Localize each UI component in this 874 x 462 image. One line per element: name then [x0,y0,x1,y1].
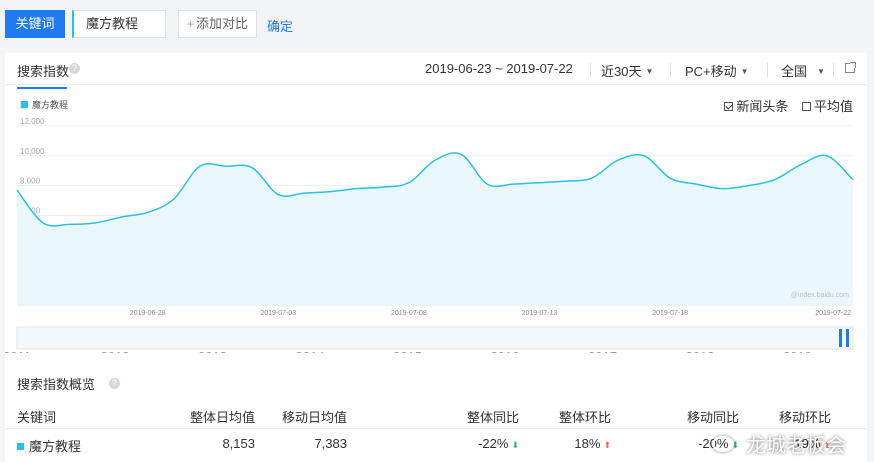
timeline-year-label: 2019 [783,349,812,353]
y-tick-label: 10,000 [20,147,45,156]
header-mobile-mom: 移动环比 [778,410,831,425]
row-keyword-text: 魔方教程 [29,439,82,454]
arrow-up-icon: ⬆ [603,440,611,450]
x-tick-label: 2019-07-22 [815,310,851,317]
row-mobile-daily: 7,383 [314,436,347,451]
x-tick-label: 2019-07-13 [522,310,558,317]
timeline-year-label: 2018 [686,349,715,353]
x-tick-label: 2019-06-28 [130,310,166,317]
header-mobile-daily: 移动日均值 [281,410,347,425]
header-mobile-yoy: 移动同比 [686,410,739,425]
header-keyword: 关键词 [17,410,57,425]
row-overall-daily: 8,153 [222,436,255,451]
timeline-year-label: 2013 [198,349,227,353]
row-overall-yoy-value: -22% [478,436,509,451]
chart-watermark: @index.baidu.com [791,292,849,299]
timeline-year-label: 2012 [101,349,130,353]
help-icon[interactable]: ? [109,378,120,389]
timeline-year-label: 2011 [5,349,31,353]
add-compare-button[interactable]: + 添加对比 [178,10,257,38]
header-overall-daily: 整体日均值 [189,410,255,425]
x-tick-label: 2019-07-03 [260,310,296,317]
y-tick-label: 12,000 [20,117,45,126]
wechat-icon [712,436,734,452]
series-area [17,152,853,305]
timeline-year-label: 2017 [588,349,617,353]
plus-icon: + [186,17,194,31]
overlay-watermark: 龙城老板会 [746,435,846,457]
arrow-down-icon: ⬇ [511,440,519,450]
timeline-year-label: 2014 [296,349,325,353]
row-overall-yoy: -22% ⬇ [478,436,519,451]
row-overall-mom-value: 18% [574,436,601,451]
keyword-input[interactable]: 魔方教程 [72,10,166,38]
keyword-tab-button[interactable]: 关键词 [5,10,65,38]
y-tick-label: 8,000 [20,177,41,186]
header-overall-mom: 整体环比 [558,410,611,425]
add-compare-label: 添加对比 [196,16,249,31]
timeline-handle-right [846,329,849,347]
timeline-handle-left [839,329,842,347]
overview-header-row: 关键词 整体日均值 移动日均值 整体同比 整体环比 移动同比 移动环比 [5,401,867,429]
timeline-year-label: 2015 [393,349,422,353]
search-index-panel: 搜索指数 ? 2019-06-23 ~ 2019-07-22 近30天 ▼ PC+… [5,53,867,462]
timeline-track [16,326,854,350]
toolbar: 关键词 魔方教程 + 添加对比 确定 [0,0,874,50]
overview-title-text: 搜索指数概览 [17,377,96,392]
row-overall-mom: 18% ⬆ [574,436,611,451]
x-tick-label: 2019-07-18 [652,310,688,317]
x-tick-label: 2019-07-08 [391,310,427,317]
row-keyword: 魔方教程 [17,436,81,455]
header-overall-yoy: 整体同比 [466,410,519,425]
timeline-year-label: 2016 [491,349,520,353]
confirm-link[interactable]: 确定 [267,16,293,35]
table-row: 魔方教程 8,153 7,383 -22% ⬇ 18% ⬆ -20% ⬇ 19% ⬆ [5,430,867,458]
overview-title: 搜索指数概览? [17,374,120,393]
index-chart[interactable]: 12,00010,0008,0006,0004,0002,0002019-06-… [5,53,867,353]
series-swatch [17,443,24,450]
